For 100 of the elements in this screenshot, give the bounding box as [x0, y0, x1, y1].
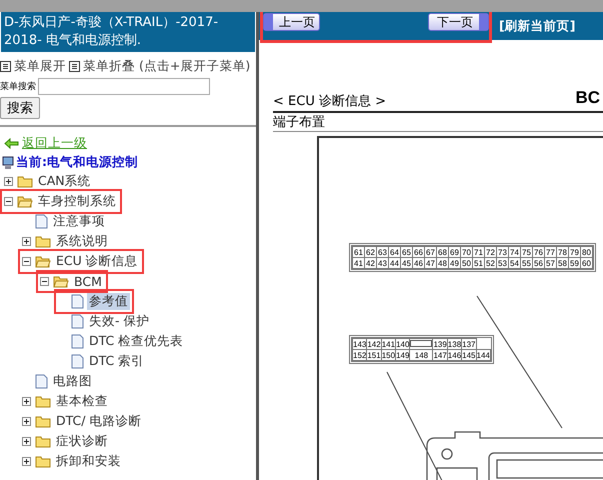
collapse-icon[interactable] [40, 276, 49, 286]
tree-item[interactable]: 电路图 [51, 372, 94, 390]
expand-icon[interactable] [22, 456, 31, 466]
search-field[interactable] [38, 78, 210, 95]
tree-item[interactable]: DTC 检查优先表 [87, 332, 186, 350]
section-subheading: 端子布置 [273, 113, 603, 132]
pin-number: 62 [364, 246, 376, 258]
tree-item[interactable]: 车身控制系统 [36, 192, 118, 210]
folder-icon [35, 394, 51, 408]
pin-number: 50 [460, 258, 472, 268]
pin-number: 147 [432, 350, 448, 360]
pin-number: 138 [447, 338, 462, 350]
pin-number: 55 [520, 258, 532, 268]
pin-number: 145 [462, 350, 476, 360]
pin-number: 41 [352, 258, 364, 268]
pin-number: 64 [388, 246, 400, 258]
tree-item[interactable]: BCM [72, 274, 104, 288]
pin-number: 57 [544, 258, 556, 268]
pin-number: 60 [580, 258, 592, 268]
pin-number: 46 [412, 258, 424, 268]
tree-item[interactable]: 症状诊断 [54, 432, 110, 450]
pin-number: 68 [436, 246, 448, 258]
tree-item[interactable]: 基本检查 [54, 392, 110, 410]
pin-number: 58 [556, 258, 568, 268]
pin-number: 70 [460, 246, 472, 258]
pin-number: 148 [410, 350, 433, 360]
pin-number: 149 [396, 350, 410, 360]
pin-number: 66 [412, 246, 424, 258]
open-folder-icon [53, 274, 69, 288]
pin-number: 53 [496, 258, 508, 268]
pin-number: 142 [366, 338, 382, 350]
page-icon [71, 354, 84, 368]
pin-number: 47 [424, 258, 436, 268]
menu-action-link[interactable]: 菜单展开 [14, 58, 66, 75]
pin-number: 71 [472, 246, 484, 258]
search-button[interactable]: 搜索 [0, 97, 40, 119]
pin-number: 44 [388, 258, 400, 268]
arrow-icon [4, 138, 19, 149]
tree-item[interactable]: DTC/ 电路诊断 [54, 412, 144, 430]
folder-icon [35, 434, 51, 448]
folder-icon [35, 234, 51, 248]
pin-number: 42 [364, 258, 376, 268]
pin-number: 54 [508, 258, 520, 268]
refresh-link[interactable]: [刷新当前页] [499, 18, 576, 34]
expand-icon[interactable] [22, 436, 31, 446]
pin-number: 75 [520, 246, 532, 258]
page-icon [71, 334, 84, 348]
pin-number: 80 [580, 246, 592, 258]
pin-number: 139 [432, 338, 448, 350]
tree-item[interactable]: CAN系统 [36, 172, 93, 190]
pin-number: 63 [376, 246, 388, 258]
pin-number: 72 [484, 246, 496, 258]
pin-number: 79 [568, 246, 580, 258]
next-page-button[interactable]: 下一页 [428, 13, 489, 31]
current-location: 当前:电气和电源控制 [16, 154, 138, 171]
menu-icon [0, 61, 11, 72]
tree-item[interactable]: 参考值 [87, 292, 130, 310]
pin-number: 74 [508, 246, 520, 258]
page-icon [35, 214, 48, 228]
pin-number: 140 [396, 338, 410, 350]
pin-number: 48 [436, 258, 448, 268]
open-folder-icon [35, 254, 51, 268]
pin-number: 45 [400, 258, 412, 268]
pin-number: 152 [352, 350, 367, 360]
pin-number: 43 [376, 258, 388, 268]
expand-icon[interactable] [4, 176, 13, 186]
pin-number: 49 [448, 258, 460, 268]
pin-number: 150 [381, 350, 396, 360]
pin-number: 61 [352, 246, 364, 258]
previous-page-button[interactable]: 上一页 [263, 13, 320, 31]
collapse-icon[interactable] [22, 256, 31, 266]
menu-action-link[interactable]: 菜单折叠 (点击+展开子菜单) [83, 58, 250, 75]
expand-icon[interactable] [22, 396, 31, 406]
pin-number: 73 [496, 246, 508, 258]
pin-number: 137 [462, 338, 476, 350]
expand-icon[interactable] [22, 416, 31, 426]
pin-number: 51 [472, 258, 484, 268]
pin-number: 143 [352, 338, 367, 350]
document-title: BC [575, 88, 600, 108]
pin-number: 141 [381, 338, 396, 350]
menu-icon [69, 61, 80, 72]
pin-number: 59 [568, 258, 580, 268]
pin-number: 77 [544, 246, 556, 258]
pin-number: 52 [484, 258, 496, 268]
sidebar-title: D-东风日产-奇骏（X-TRAIL）-2017-2018- 电气和电源控制. [1, 12, 255, 52]
tree-item[interactable]: 注意事项 [51, 212, 107, 230]
tree-item[interactable]: 失效- 保护 [87, 312, 152, 330]
pin-number: 144 [476, 350, 490, 360]
pin-number: 76 [532, 246, 544, 258]
tree-item[interactable]: ECU 诊断信息 [54, 252, 140, 270]
tree-item[interactable]: 拆卸和安装 [54, 452, 123, 470]
collapse-icon[interactable] [4, 196, 13, 206]
computer-icon [2, 156, 14, 170]
tree-item[interactable]: 系统说明 [54, 232, 110, 250]
expand-icon[interactable] [22, 236, 31, 246]
pin-number: 65 [400, 246, 412, 258]
tree-item[interactable]: DTC 索引 [87, 352, 146, 370]
back-link[interactable]: 返回上一级 [22, 135, 87, 152]
open-folder-icon [17, 194, 33, 208]
pin-number: 69 [448, 246, 460, 258]
